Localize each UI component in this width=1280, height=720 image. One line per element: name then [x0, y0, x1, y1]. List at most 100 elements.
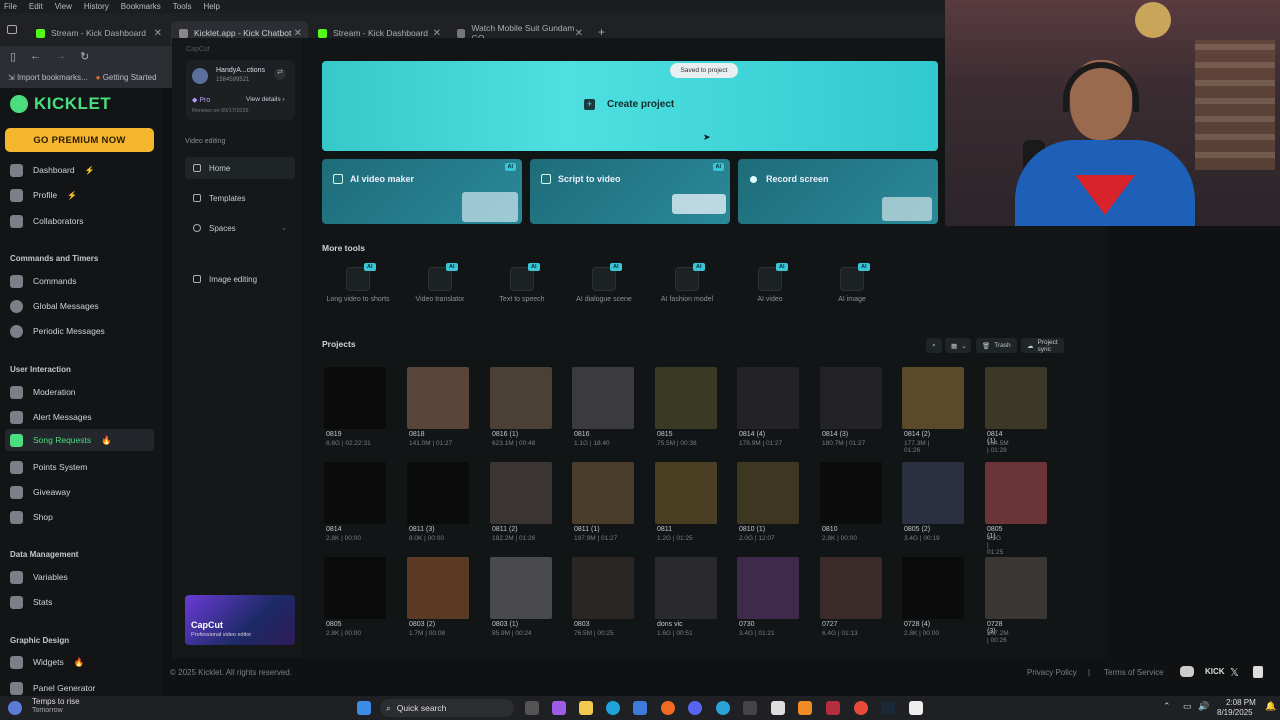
app-icon[interactable]	[826, 701, 840, 715]
network-icon[interactable]: ▭	[1183, 701, 1192, 712]
kicklet-logo[interactable]: KICKLET	[10, 94, 111, 114]
sidebar-item-periodic-messages[interactable]: Periodic Messages	[10, 322, 105, 340]
project-thumbnail[interactable]	[572, 462, 634, 524]
telegram-icon[interactable]	[716, 701, 730, 715]
go-premium-button[interactable]: GO PREMIUM NOW	[5, 128, 154, 152]
sidebar-toggle-icon[interactable]: ▯	[10, 50, 16, 63]
project-thumbnail[interactable]	[737, 557, 799, 619]
nav-templates[interactable]: Templates	[185, 187, 295, 209]
project-thumbnail[interactable]	[655, 557, 717, 619]
project-thumbnail[interactable]	[407, 557, 469, 619]
copilot-icon[interactable]	[552, 701, 566, 715]
task-view-icon[interactable]	[525, 701, 539, 715]
close-icon[interactable]: ✕	[575, 28, 583, 39]
project-thumbnail[interactable]	[490, 557, 552, 619]
project-sync-button[interactable]: ☁ Project sync	[1021, 338, 1064, 353]
project-thumbnail[interactable]	[324, 462, 386, 524]
project-thumbnail[interactable]	[324, 557, 386, 619]
sidebar-item-stats[interactable]: Stats	[10, 593, 52, 611]
menu-bookmarks[interactable]: Bookmarks	[121, 2, 161, 11]
app-icon[interactable]	[743, 701, 757, 715]
tool-video-translator[interactable]: Video translator AI	[400, 263, 480, 303]
tray-chevron-icon[interactable]: ⌃	[1163, 701, 1171, 712]
nav-home[interactable]: Home	[185, 157, 295, 179]
tool-ai-fashion-model[interactable]: AI fashion model AI	[647, 263, 727, 303]
kick-icon[interactable]: KICK	[1205, 667, 1225, 676]
volume-icon[interactable]: 🔊	[1198, 701, 1209, 712]
close-icon[interactable]: ✕	[433, 28, 441, 39]
sidebar-item-dashboard[interactable]: Dashboard ⚡	[10, 161, 95, 179]
bookmark-import[interactable]: ⇲ Import bookmarks...	[8, 73, 88, 82]
search-button[interactable]: ⌕	[926, 338, 942, 353]
project-thumbnail[interactable]	[902, 557, 964, 619]
sidebar-item-collaborators[interactable]: Collaborators	[10, 212, 84, 230]
project-thumbnail[interactable]	[985, 462, 1047, 524]
project-thumbnail[interactable]	[985, 367, 1047, 429]
sidebar-item-global-messages[interactable]: Global Messages	[10, 297, 99, 315]
reload-icon[interactable]: ↻	[80, 50, 89, 63]
discord-icon[interactable]	[688, 701, 702, 715]
notification-icon[interactable]: 🔔	[1265, 701, 1276, 712]
sidebar-item-shop[interactable]: Shop	[10, 508, 53, 526]
project-thumbnail[interactable]	[985, 557, 1047, 619]
windows-start-icon[interactable]	[357, 701, 371, 715]
sidebar-item-variables[interactable]: Variables	[10, 568, 68, 586]
discord-icon[interactable]	[1180, 666, 1194, 677]
card-ai-video-maker[interactable]: AI video maker AI	[322, 159, 522, 224]
sidebar-item-panel-generator[interactable]: Panel Generator	[10, 679, 95, 697]
project-thumbnail[interactable]	[572, 367, 634, 429]
back-icon[interactable]: ←	[30, 50, 41, 62]
new-tab-icon[interactable]: +	[598, 25, 605, 39]
project-thumbnail[interactable]	[820, 462, 882, 524]
privacy-link[interactable]: Privacy Policy	[1027, 668, 1077, 677]
sidebar-item-commands[interactable]: Commands	[10, 272, 76, 290]
close-icon[interactable]: ✕	[294, 28, 302, 39]
card-script-to-video[interactable]: Script to video AI	[530, 159, 730, 224]
app-icon[interactable]	[771, 701, 785, 715]
terms-link[interactable]: Terms of Service	[1104, 668, 1164, 677]
edge-icon[interactable]	[606, 701, 620, 715]
weather-icon[interactable]	[8, 701, 22, 715]
view-toggle-button[interactable]: ▦ ⌄	[945, 338, 971, 353]
account-card[interactable]: HandyA...ctions 1584599521 ⇄ ◆ Pro View …	[186, 60, 295, 120]
sidebar-item-points-system[interactable]: Points System	[10, 458, 87, 476]
capcut-icon[interactable]	[909, 701, 923, 715]
trash-button[interactable]: 🗑 Trash	[976, 338, 1017, 353]
card-record-screen[interactable]: Record screen	[738, 159, 938, 224]
menu-help[interactable]: Help	[203, 2, 219, 11]
sidebar-item-moderation[interactable]: Moderation	[10, 383, 76, 401]
switch-account-icon[interactable]: ⇄	[274, 68, 286, 80]
project-thumbnail[interactable]	[655, 462, 717, 524]
project-thumbnail[interactable]	[902, 367, 964, 429]
clock-time[interactable]: 2:08 PM	[1226, 698, 1256, 707]
tab-stream-dashboard-1[interactable]: Stream - Kick Dashboard ✕	[28, 21, 168, 45]
project-thumbnail[interactable]	[655, 367, 717, 429]
sidebar-item-profile[interactable]: Profile ⚡	[10, 186, 77, 204]
project-thumbnail[interactable]	[820, 367, 882, 429]
project-thumbnail[interactable]	[324, 367, 386, 429]
menu-view[interactable]: View	[55, 2, 72, 11]
tool-text-to-speech[interactable]: Text to speech AI	[482, 263, 562, 303]
project-thumbnail[interactable]	[490, 462, 552, 524]
forward-icon[interactable]: →	[55, 50, 66, 62]
tool-ai-image[interactable]: AI image AI	[812, 263, 892, 303]
project-thumbnail[interactable]	[407, 462, 469, 524]
taskbar-search[interactable]: ⌕ Quick search	[380, 699, 514, 717]
sidebar-item-widgets[interactable]: Widgets 🔥	[10, 653, 84, 671]
sidebar-item-alert-messages[interactable]: Alert Messages	[10, 408, 92, 426]
project-thumbnail[interactable]	[407, 367, 469, 429]
menu-file[interactable]: File	[4, 2, 17, 11]
menu-edit[interactable]: Edit	[29, 2, 43, 11]
tool-ai-video[interactable]: AI video AI	[730, 263, 810, 303]
bookmark-getting-started[interactable]: ● Getting Started	[96, 73, 157, 82]
firefox-icon[interactable]	[661, 701, 675, 715]
menu-history[interactable]: History	[84, 2, 109, 11]
nav-image-editing[interactable]: Image editing	[185, 268, 295, 290]
menu-tools[interactable]: Tools	[173, 2, 192, 11]
x-icon[interactable]: 𝕏	[1230, 666, 1239, 679]
tab-overview-icon[interactable]	[7, 25, 17, 34]
steam-icon[interactable]	[881, 701, 895, 715]
tool-long-video-to-shorts[interactable]: Long video to shorts AI	[318, 263, 398, 303]
file-explorer-icon[interactable]	[579, 701, 593, 715]
capcut-promo[interactable]: CapCut Professional video editor	[185, 595, 295, 645]
